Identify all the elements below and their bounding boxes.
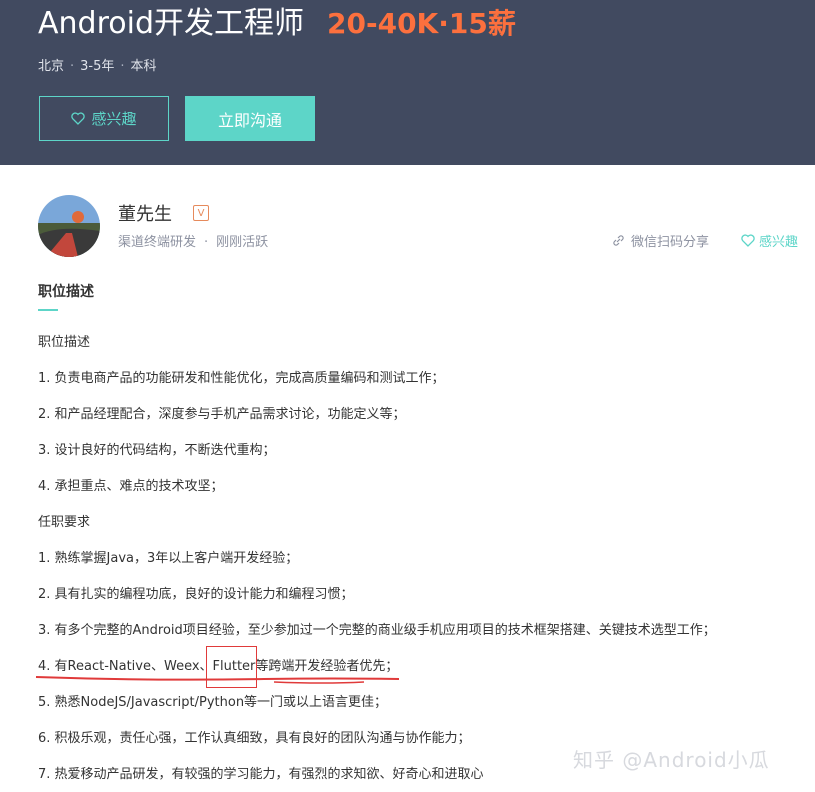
interest-button[interactable]: 感兴趣 bbox=[39, 96, 169, 141]
heart-icon bbox=[741, 234, 755, 247]
section-underline bbox=[38, 309, 58, 311]
recruiter-interest-link[interactable]: 感兴趣 bbox=[741, 231, 798, 250]
annotation-underline bbox=[35, 676, 400, 684]
description-line: 1. 熟练掌握Java，3年以上客户端开发经验； bbox=[38, 551, 299, 566]
job-city: 北京 bbox=[38, 59, 65, 74]
wechat-share-link[interactable]: 微信扫码分享 bbox=[612, 231, 709, 250]
interest-label: 感兴趣 bbox=[759, 235, 799, 250]
description-line: 7. 热爱移动产品研发，有较强的学习能力，有强烈的求知欲、好奇心和进取心 bbox=[38, 767, 484, 782]
recruiter-name: 董先生 bbox=[118, 204, 172, 225]
recruiter-status: 刚刚活跃 bbox=[216, 235, 269, 250]
description-line: 职位描述 bbox=[38, 335, 91, 350]
description-line: 任职要求 bbox=[38, 515, 91, 530]
job-meta: 北京 · 3-5年 · 本科 bbox=[38, 59, 157, 74]
section-title: 职位描述 bbox=[38, 284, 94, 300]
description-line: 6. 积极乐观，责任心强，工作认真细致，具有良好的团队沟通与协作能力； bbox=[38, 731, 471, 746]
share-label: 微信扫码分享 bbox=[631, 235, 710, 250]
verified-badge: V bbox=[193, 205, 209, 221]
heart-icon bbox=[71, 112, 86, 125]
link-icon bbox=[613, 235, 624, 246]
description-line: 2. 具有扎实的编程功底，良好的设计能力和编程习惯； bbox=[38, 587, 354, 602]
watermark: 知乎 @Android小瓜 bbox=[573, 748, 770, 772]
description-line: 1. 负责电商产品的功能研发和性能优化，完成高质量编码和测试工作； bbox=[38, 371, 445, 386]
recruiter-title: 渠道终端研发 bbox=[118, 235, 197, 250]
chat-button[interactable]: 立即沟通 bbox=[185, 96, 315, 141]
avatar bbox=[38, 195, 100, 257]
description-line: 3. 有多个完整的Android项目经验，至少参加过一个完整的商业级手机应用项目… bbox=[38, 623, 716, 638]
salary: 20-40K·15薪 bbox=[327, 7, 516, 40]
job-education: 本科 bbox=[130, 59, 157, 74]
description-line: 4. 承担重点、难点的技术攻坚； bbox=[38, 479, 224, 494]
description-line: 3. 设计良好的代码结构，不断迭代重构； bbox=[38, 443, 276, 458]
recruiter-info: 渠道终端研发 · 刚刚活跃 bbox=[118, 235, 269, 250]
job-header: Android开发工程师 20-40K·15薪 北京 · 3-5年 · 本科 感兴趣 立… bbox=[0, 0, 815, 165]
job-title: Android开发工程师 bbox=[38, 6, 304, 41]
description-line: 5. 熟悉NodeJS/Javascript/Python等一门或以上语言更佳； bbox=[38, 695, 388, 710]
interest-button-label: 感兴趣 bbox=[91, 110, 137, 128]
job-experience: 3-5年 bbox=[80, 59, 115, 74]
description-line: 2. 和产品经理配合，深度参与手机产品需求讨论，功能定义等； bbox=[38, 407, 406, 422]
